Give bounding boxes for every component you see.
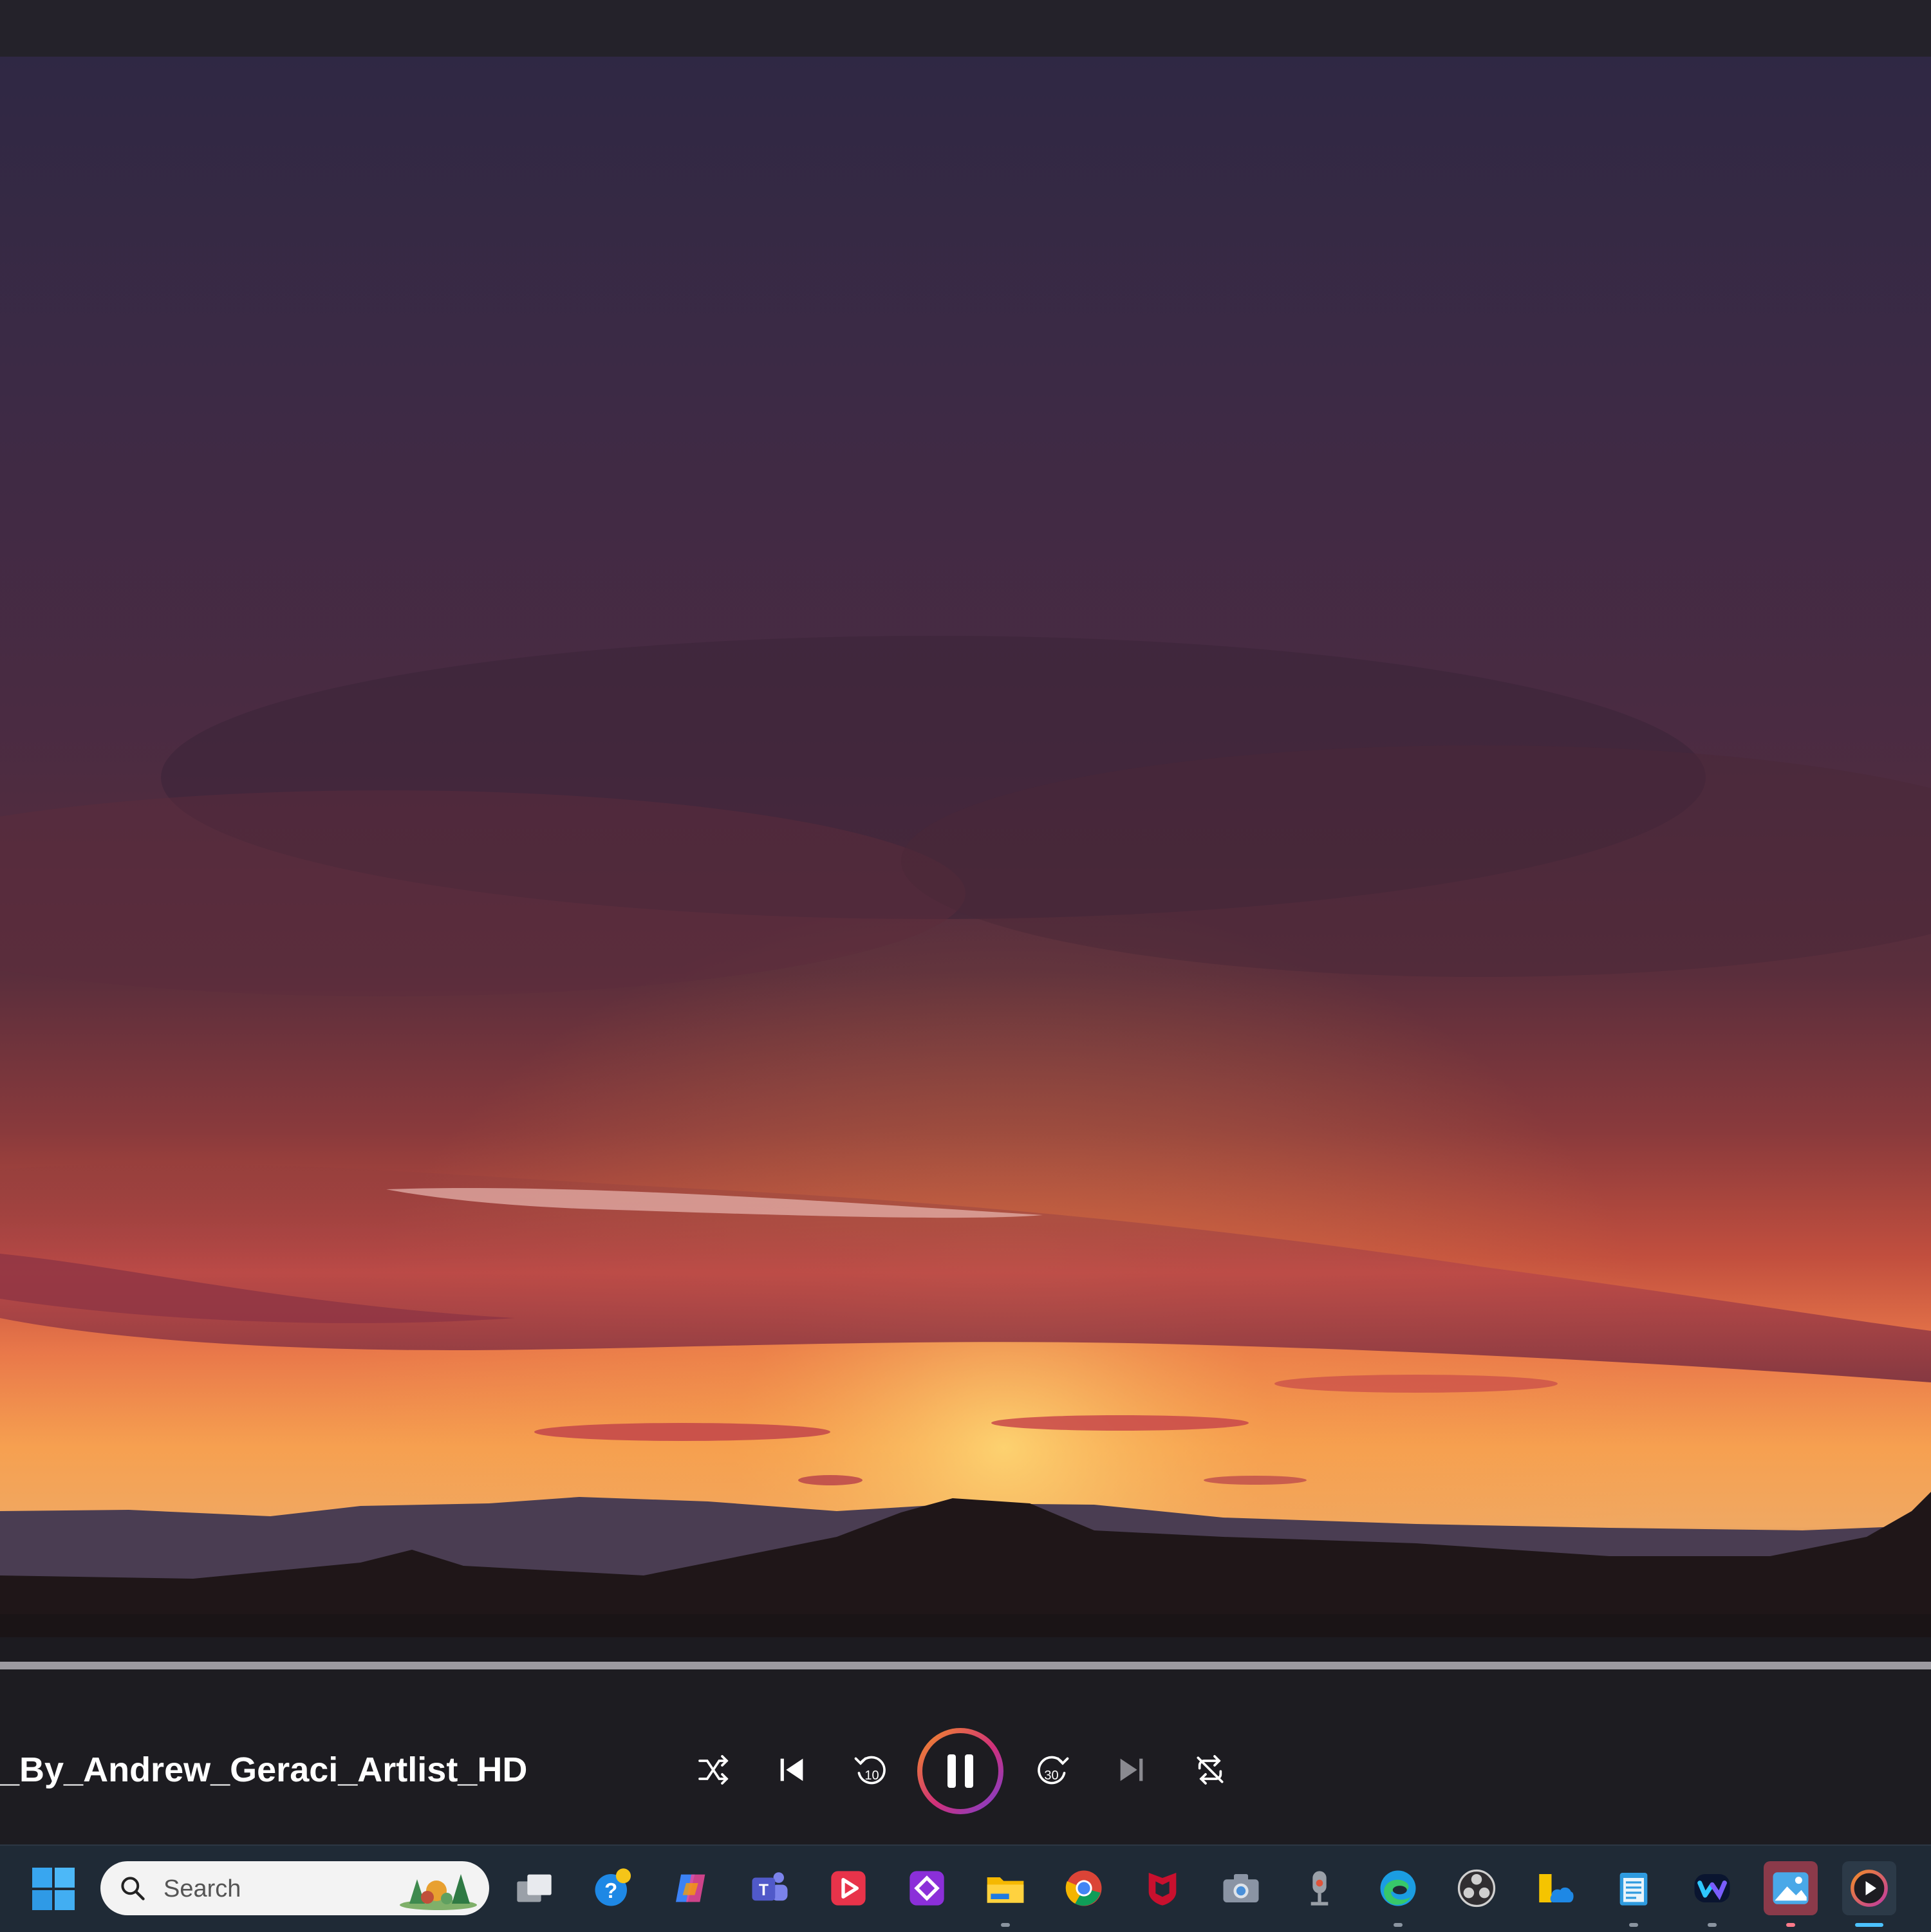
skip-forward-button[interactable]: 30 — [1021, 1738, 1085, 1802]
start-button[interactable] — [31, 1866, 76, 1911]
copilot-icon — [676, 1874, 705, 1902]
running-indicator — [1708, 1923, 1717, 1927]
taskbar-search[interactable] — [100, 1861, 489, 1915]
next-button[interactable] — [1099, 1738, 1164, 1802]
previous-button[interactable] — [760, 1738, 824, 1802]
mcafee-button[interactable] — [1135, 1861, 1189, 1915]
media-player-window: _By_Andrew_Geraci_Artlist_HD 10 30 Searc… — [0, 0, 1931, 1932]
file-explorer-button[interactable] — [978, 1861, 1032, 1927]
photos-icon — [1773, 1872, 1809, 1904]
running-indicator — [1001, 1923, 1010, 1927]
file-explorer-icon — [987, 1877, 1024, 1903]
teams-icon: T — [752, 1872, 788, 1901]
teams-button[interactable]: T — [743, 1861, 797, 1915]
shuffle-button[interactable] — [681, 1738, 745, 1802]
running-indicator — [1394, 1923, 1403, 1927]
copilot-button[interactable] — [664, 1861, 718, 1915]
active-indicator — [1855, 1923, 1883, 1927]
onedrive-folder-icon — [1539, 1874, 1574, 1902]
obs-icon — [1457, 1869, 1496, 1908]
pause-icon — [917, 1728, 1003, 1814]
shuffle-icon — [698, 1755, 729, 1785]
media-player-button[interactable] — [1842, 1861, 1896, 1927]
title-bar — [0, 0, 1931, 57]
webex-button[interactable] — [1685, 1861, 1739, 1927]
skip-back-button[interactable]: 10 — [838, 1738, 902, 1802]
skip-forward-30-icon: 30 — [1038, 1756, 1069, 1785]
search-icon — [118, 1874, 147, 1902]
video-frame[interactable] — [0, 57, 1931, 1637]
windows-logo-icon — [32, 1868, 75, 1910]
camera-icon — [1223, 1874, 1259, 1902]
power-automate-icon — [910, 1871, 944, 1906]
running-indicator — [1786, 1923, 1795, 1927]
media-app-icon — [831, 1871, 866, 1906]
photos-button[interactable] — [1764, 1861, 1818, 1927]
skip-back-label: 10 — [864, 1769, 879, 1783]
edge-icon — [1380, 1870, 1416, 1906]
previous-track-icon — [780, 1758, 803, 1781]
get-help-button[interactable]: ? — [586, 1861, 640, 1915]
skip-forward-label: 30 — [1044, 1769, 1058, 1783]
onedrive-folder-button[interactable] — [1528, 1861, 1582, 1915]
power-automate-button[interactable] — [900, 1861, 954, 1915]
chrome-button[interactable] — [1057, 1861, 1111, 1915]
notepad-icon — [1619, 1873, 1648, 1906]
task-view-icon — [517, 1874, 552, 1902]
edge-button[interactable] — [1371, 1861, 1425, 1927]
repeat-off-icon — [1197, 1755, 1224, 1785]
chrome-icon — [1065, 1870, 1102, 1906]
webex-icon — [1694, 1874, 1730, 1902]
repeat-button[interactable] — [1178, 1738, 1242, 1802]
svg-text:?: ? — [604, 1879, 617, 1902]
running-indicator — [1629, 1923, 1638, 1927]
skip-back-10-icon: 10 — [854, 1756, 886, 1785]
media-player-icon — [1851, 1870, 1888, 1907]
notepad-button[interactable] — [1607, 1861, 1661, 1927]
taskbar: ? T — [0, 1844, 1931, 1932]
mcafee-icon — [1148, 1873, 1177, 1906]
pause-button[interactable] — [917, 1727, 1004, 1815]
camera-button[interactable] — [1214, 1861, 1268, 1915]
sunset-video-image — [0, 57, 1931, 1637]
svg-text:T: T — [759, 1882, 769, 1899]
next-track-icon — [1120, 1758, 1143, 1781]
obs-button[interactable] — [1450, 1861, 1504, 1915]
search-input[interactable] — [162, 1870, 396, 1908]
media-app-button[interactable] — [821, 1861, 875, 1915]
task-view-button[interactable] — [507, 1861, 561, 1915]
microphone-icon — [1311, 1871, 1329, 1906]
help-icon: ? — [595, 1868, 631, 1906]
seek-bar[interactable] — [0, 1662, 1931, 1669]
voice-recorder-button[interactable] — [1292, 1861, 1347, 1915]
media-title: _By_Andrew_Geraci_Artlist_HD — [0, 1751, 528, 1789]
search-highlight-icon — [396, 1865, 480, 1911]
